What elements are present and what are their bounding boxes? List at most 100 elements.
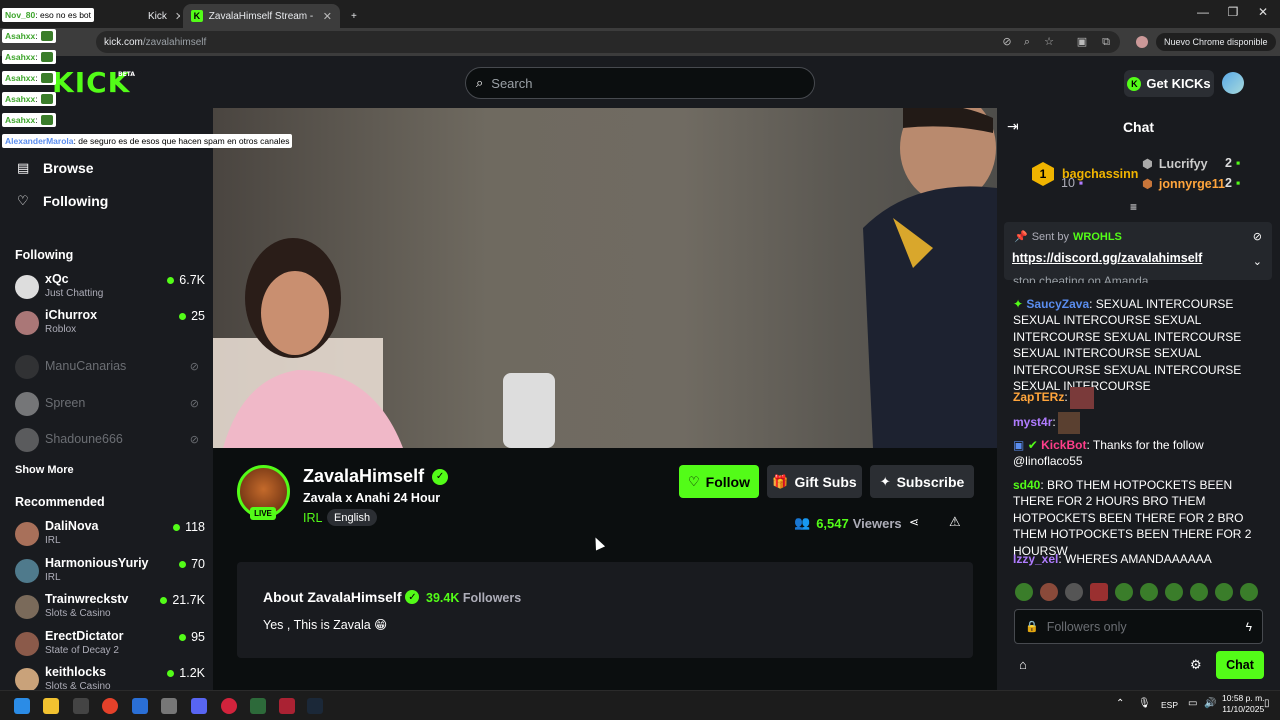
emote-icon[interactable] [1215, 583, 1233, 601]
sidebar-channel-dalinova[interactable]: DaliNova IRL 118 [15, 519, 205, 555]
channel-name[interactable]: ZavalaHimself ✓ [303, 466, 449, 487]
app-icon[interactable] [73, 698, 89, 714]
language-indicator[interactable]: ESP [1161, 700, 1178, 710]
chat-username[interactable]: KickBot [1041, 438, 1086, 452]
emote-icon[interactable] [1090, 583, 1108, 601]
gift-icon: 🎁 [772, 473, 789, 489]
chat-username[interactable]: SaucyZava [1026, 297, 1089, 311]
emote-icon[interactable] [1190, 583, 1208, 601]
file-explorer-icon[interactable] [43, 698, 59, 714]
close-icon[interactable]: ✕ [323, 10, 332, 23]
top-gifter-1[interactable]: 1 bagchassinn [1032, 162, 1138, 186]
emote-icon[interactable] [1065, 583, 1083, 601]
video-player[interactable] [213, 108, 997, 448]
expand-leaderboard-icon[interactable]: ≡ [1130, 200, 1137, 214]
notifications-icon[interactable]: ▯ [1264, 698, 1270, 709]
window-close-icon[interactable]: ✕ [1248, 5, 1278, 19]
app-icon[interactable] [132, 698, 148, 714]
search-input[interactable]: ⌕ Search [465, 67, 815, 99]
emote-icon[interactable] [1240, 583, 1258, 601]
sidebar-channel-shadoune666[interactable]: Shadoune666 ⊘ [15, 425, 205, 461]
cast-icon[interactable]: ▣ [1076, 36, 1088, 48]
sidebar-following[interactable]: ♡ Following [17, 193, 108, 209]
bookmark-star-icon[interactable]: ☆ [1043, 36, 1055, 48]
sidebar-channel-spreen[interactable]: Spreen ⊘ [15, 389, 205, 425]
sidebar-channel-harmoniousyuriy[interactable]: HarmoniousYuriy IRL 70 [15, 556, 205, 592]
pinned-link[interactable]: https://discord.gg/zavalahimself [1012, 251, 1202, 265]
chrome-icon[interactable] [102, 698, 118, 714]
subscribe-button[interactable]: ✦ Subscribe [870, 465, 974, 498]
live-dot-icon [160, 596, 168, 604]
language-tag[interactable]: English [327, 509, 378, 526]
app-icon[interactable] [250, 698, 266, 714]
discord-icon[interactable] [191, 698, 207, 714]
windows-start-icon[interactable] [14, 698, 30, 714]
address-bar[interactable]: kick.com/zavalahimself [96, 31, 1120, 53]
camera-off-icon[interactable]: ⊘ [1001, 36, 1013, 48]
tray-chevron-icon[interactable]: ⌃ [1116, 698, 1124, 709]
taskbar-clock[interactable]: 10:58 p. m. 11/10/2025 [1222, 693, 1265, 715]
user-avatar[interactable] [1222, 72, 1244, 94]
chat-overlay-message: Nov_80: eso no es bot [2, 8, 95, 22]
volume-icon[interactable]: 🔊 [1204, 698, 1216, 709]
steam-icon[interactable] [307, 698, 323, 714]
search-placeholder: Search [491, 75, 533, 91]
minimize-icon[interactable]: — [1188, 5, 1218, 19]
new-tab-button[interactable]: + [343, 4, 363, 28]
gift-subs-button[interactable]: 🎁 Gift Subs [767, 465, 862, 498]
sidebar-channel-erectdictator[interactable]: ErectDictator State of Decay 2 95 [15, 629, 205, 665]
emote-icon[interactable] [1140, 583, 1158, 601]
emote-icon[interactable] [1040, 583, 1058, 601]
chrome-update-badge[interactable]: Nuevo Chrome disponible [1156, 33, 1276, 51]
lock-icon: 🔒 [1025, 621, 1039, 633]
stream-category-link[interactable]: IRL [303, 511, 322, 525]
opera-icon[interactable] [221, 698, 237, 714]
chevron-down-icon[interactable]: ⌄ [1253, 255, 1262, 268]
offline-icon: ⊘ [189, 361, 199, 373]
top-gifter-2[interactable]: ⬢ Lucrifyy [1142, 156, 1208, 172]
kick-emote-icon[interactable]: ϟ [1246, 620, 1252, 634]
show-more-link[interactable]: Show More [15, 464, 74, 476]
follow-button[interactable]: ♡ Follow [679, 465, 759, 498]
browser-tab-active[interactable]: K ZavalaHimself Stream - Watch Live on K… [183, 4, 340, 28]
kick-logo[interactable]: KICK BETA [52, 66, 135, 99]
about-title-text: About ZavalaHimself [263, 589, 402, 605]
badge-icon: ✦ [1013, 297, 1024, 311]
share-icon[interactable]: ⋖ [909, 515, 919, 529]
video-frame [213, 108, 997, 448]
sidebar-channel-trainwreckstv[interactable]: Trainwreckstv Slots & Casino 21.7K [15, 592, 205, 628]
about-title: About ZavalaHimself ✓ [263, 589, 420, 605]
chat-username[interactable]: myst4r [1013, 415, 1052, 429]
sidebar-channel-xqc[interactable]: xQc Just Chatting 6.7K [15, 272, 205, 308]
report-icon[interactable]: ⚠ [949, 514, 961, 530]
windows-taskbar [0, 690, 1280, 720]
hide-pinned-icon[interactable]: ⊘ [1253, 230, 1262, 243]
close-icon[interactable]: ✕ [175, 10, 180, 23]
app-icon[interactable] [161, 698, 177, 714]
sidebar-channel-keithlocks[interactable]: keithlocks Slots & Casino 1.2K [15, 665, 205, 690]
store-icon[interactable]: ⌂ [1019, 657, 1027, 672]
chat-username[interactable]: ZapTERz [1013, 390, 1064, 404]
network-icon[interactable]: ▭ [1188, 698, 1197, 709]
app-icon[interactable] [279, 698, 295, 714]
chat-title: Chat [1122, 119, 1155, 135]
chat-username[interactable]: Izzy_xel [1013, 552, 1058, 566]
extensions-icon[interactable]: ⧉ [1100, 36, 1112, 48]
chat-input[interactable]: 🔒 Followers only ϟ [1014, 609, 1263, 644]
sidebar-channel-ichurrox[interactable]: iChurrox Roblox 25 [15, 308, 205, 344]
profile-avatar[interactable] [1136, 36, 1148, 48]
maximize-icon[interactable]: ❐ [1218, 5, 1248, 19]
send-chat-button[interactable]: Chat [1216, 651, 1264, 679]
emote-icon[interactable] [1015, 583, 1033, 601]
gear-icon[interactable]: ⚙ [1190, 657, 1202, 673]
get-kicks-button[interactable]: K Get KICKs [1124, 70, 1214, 97]
emote-icon[interactable] [1165, 583, 1183, 601]
zoom-icon[interactable]: ⌕ [1021, 36, 1033, 48]
microphone-icon[interactable]: 🎙 [1138, 698, 1151, 709]
sidebar-channel-manucanarias[interactable]: ManuCanarias ⊘ [15, 352, 205, 388]
top-gifter-3[interactable]: ⬢ jonnyrge11 [1142, 176, 1225, 192]
chat-username[interactable]: sd40 [1013, 478, 1040, 492]
sidebar-browse[interactable]: ▤ Browse [17, 160, 94, 176]
emote-icon[interactable] [1115, 583, 1133, 601]
chat-panel: ⇥ Chat 1 bagchassinn 10 ▪ ⬢ Lucrifyy 2 ▪ ⬢ j… [997, 108, 1280, 690]
